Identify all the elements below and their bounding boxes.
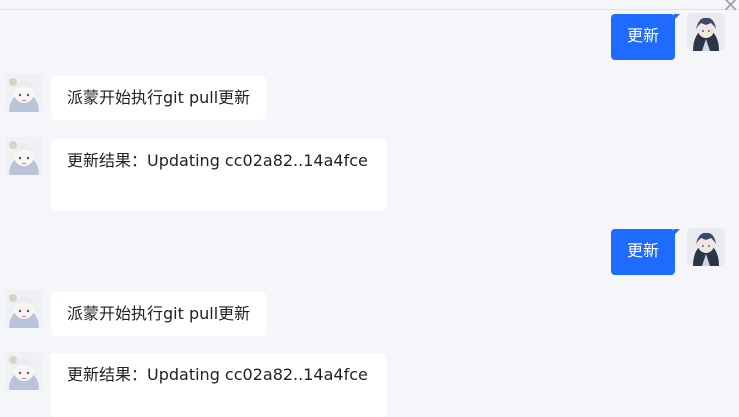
bot-message-bubble: 更新结果：Updating cc02a82..14a4fce bbox=[51, 139, 386, 211]
bot-avatar[interactable] bbox=[5, 74, 43, 112]
bot-avatar[interactable] bbox=[5, 137, 43, 175]
bot-message-bubble: 派蒙开始执行git pull更新 bbox=[51, 292, 267, 336]
message-text: 更新结果：Updating cc02a82..14a4fce bbox=[67, 151, 368, 170]
bot-avatar[interactable] bbox=[5, 290, 43, 328]
message-text: 派蒙开始执行git pull更新 bbox=[67, 88, 251, 107]
message-text: 更新 bbox=[627, 241, 660, 260]
chat-window: × 更新 派蒙开始执行git pull更新 更新结果：Updating cc02… bbox=[0, 0, 739, 417]
user-avatar[interactable] bbox=[687, 13, 725, 51]
user-avatar[interactable] bbox=[687, 228, 725, 266]
user-message-bubble: 更新 bbox=[611, 14, 681, 60]
bot-message-bubble: 派蒙开始执行git pull更新 bbox=[51, 76, 267, 120]
bot-message-bubble: 更新结果：Updating cc02a82..14a4fce bbox=[51, 353, 386, 417]
bot-avatar[interactable] bbox=[5, 352, 43, 390]
message-text: 更新结果：Updating cc02a82..14a4fce bbox=[67, 365, 368, 384]
message-text: 更新 bbox=[627, 26, 660, 45]
user-message-bubble: 更新 bbox=[611, 229, 681, 275]
message-text: 派蒙开始执行git pull更新 bbox=[67, 304, 251, 323]
top-divider bbox=[0, 9, 739, 10]
close-icon[interactable]: × bbox=[722, 0, 739, 14]
